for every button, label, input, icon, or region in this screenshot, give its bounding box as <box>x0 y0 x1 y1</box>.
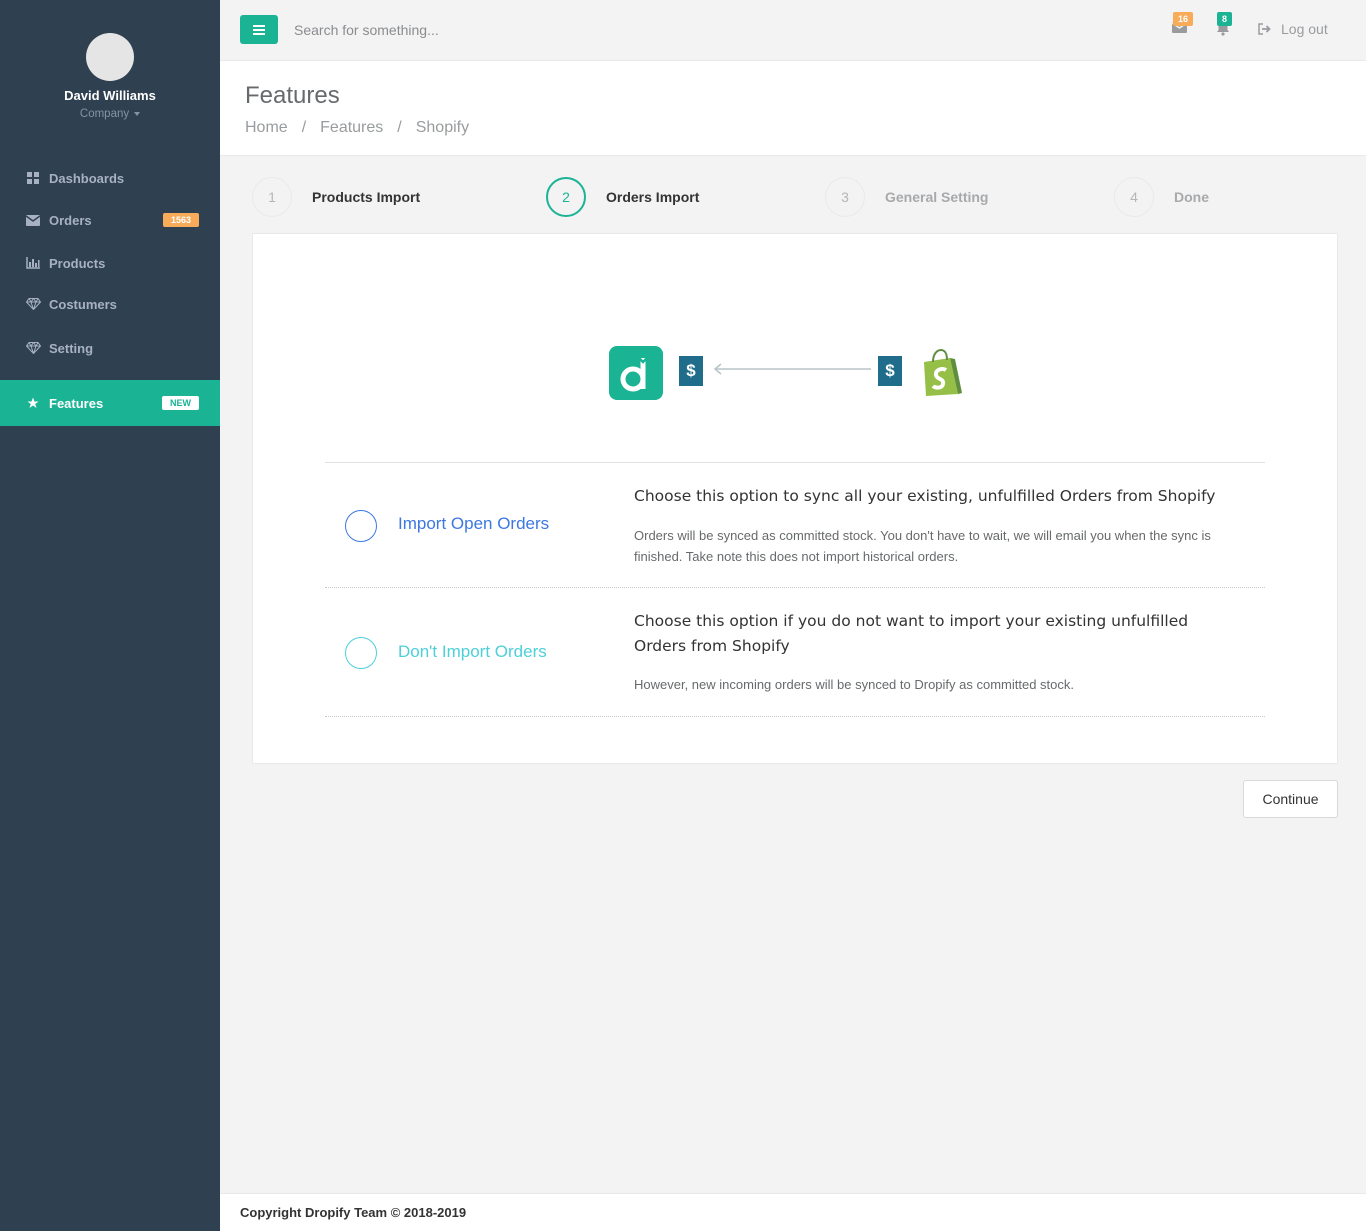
step-label: General Setting <box>885 189 989 205</box>
sync-illustration: $ $ <box>609 346 969 402</box>
avatar[interactable] <box>86 33 134 81</box>
page-heading: Features Home / Features / Shopify <box>220 61 1366 156</box>
profile-role: Company <box>79 108 130 120</box>
dollar-icon: $ <box>679 356 703 386</box>
profile-role-dropdown[interactable]: Company <box>0 108 220 120</box>
breadcrumb-features[interactable]: Features <box>320 119 383 136</box>
divider <box>325 716 1265 717</box>
sign-out-icon <box>1258 23 1271 35</box>
profile-name: David Williams <box>64 88 156 103</box>
orders-import-card: $ $ Import Open Orders Choose this optio… <box>252 233 1338 764</box>
bar-chart-icon <box>25 257 41 269</box>
messages-button[interactable]: 16 <box>1171 12 1194 38</box>
breadcrumb-separator: / <box>301 119 307 136</box>
breadcrumb-separator: / <box>397 119 402 136</box>
logout-label: Log out <box>1281 21 1328 37</box>
option-dont-import-orders[interactable]: Don't Import Orders Choose this option i… <box>325 588 1265 716</box>
new-badge: NEW <box>162 396 199 410</box>
sidebar-item-label: Costumers <box>49 296 117 312</box>
option-import-open-orders[interactable]: Import Open Orders Choose this option to… <box>325 463 1265 587</box>
sidebar: David Williams Company Dashboards Orders… <box>0 0 220 1231</box>
option-title: Choose this option to sync all your exis… <box>634 487 1216 505</box>
step-label: Orders Import <box>606 189 700 205</box>
orders-count-badge: 1563 <box>162 213 199 227</box>
dollar-icon: $ <box>878 356 902 386</box>
shopify-logo-icon <box>920 348 962 403</box>
envelope-icon <box>25 214 41 226</box>
notifications-count-badge: 8 <box>1217 12 1233 26</box>
option-label: Don't Import Orders <box>398 642 547 661</box>
step-number: 4 <box>1114 177 1154 217</box>
step-number: 1 <box>252 177 292 217</box>
diamond-icon <box>25 342 41 354</box>
sidebar-item-dashboards[interactable]: Dashboards <box>0 156 220 200</box>
wizard-step-done[interactable]: 4 Done <box>1114 177 1209 217</box>
sidebar-item-label: Dashboards <box>49 170 125 186</box>
option-description: Orders will be synced as committed stock… <box>634 528 1211 564</box>
topbar: 16 8 Log out <box>220 0 1366 61</box>
sidebar-item-orders[interactable]: Orders 1563 <box>0 198 220 242</box>
footer: Copyright Dropify Team © 2018-2019 <box>220 1193 1366 1231</box>
sidebar-item-costumers[interactable]: Costumers <box>0 282 220 326</box>
breadcrumb-home[interactable]: Home <box>245 119 288 136</box>
dropify-logo-icon <box>609 346 663 400</box>
messages-count-badge: 16 <box>1173 12 1194 26</box>
step-number: 2 <box>546 177 586 217</box>
step-number: 3 <box>825 177 865 217</box>
breadcrumb: Home / Features / Shopify <box>245 119 1366 137</box>
logout-link[interactable]: Log out <box>1258 21 1328 37</box>
continue-button[interactable]: Continue <box>1243 780 1338 818</box>
caret-down-icon <box>134 111 141 116</box>
breadcrumb-current: Shopify <box>415 119 470 136</box>
step-label: Done <box>1174 189 1209 205</box>
wizard-step-general-setting[interactable]: 3 General Setting <box>825 177 988 217</box>
dont-import-orders-radio[interactable] <box>345 637 377 669</box>
import-open-orders-radio[interactable] <box>345 510 377 542</box>
option-description: However, new incoming orders will be syn… <box>634 677 1075 692</box>
option-label: Import Open Orders <box>398 514 550 533</box>
grid-icon <box>25 172 41 184</box>
search-input[interactable] <box>286 16 686 44</box>
sidebar-item-label: Orders <box>49 212 92 228</box>
star-icon <box>25 397 41 409</box>
sidebar-item-label: Products <box>49 255 106 271</box>
notifications-button[interactable]: 8 <box>1216 12 1233 41</box>
sidebar-item-products[interactable]: Products <box>0 241 220 285</box>
wizard-step-orders-import[interactable]: 2 Orders Import <box>546 177 699 217</box>
option-title: Choose this option if you do not want to… <box>634 612 1189 655</box>
hamburger-icon <box>253 24 265 35</box>
diamond-icon <box>25 298 41 310</box>
page-title: Features <box>245 82 340 109</box>
sidebar-item-features[interactable]: Features NEW <box>0 380 220 426</box>
menu-toggle-button[interactable] <box>240 15 278 44</box>
copyright-text: Copyright Dropify Team © 2018-2019 <box>240 1205 467 1220</box>
arrow-left-icon <box>713 363 871 375</box>
profile: David Williams Company <box>0 0 220 150</box>
wizard-step-products-import[interactable]: 1 Products Import <box>252 177 420 217</box>
sidebar-item-setting[interactable]: Setting <box>0 326 220 370</box>
sidebar-item-label: Features <box>49 395 104 411</box>
step-label: Products Import <box>312 189 421 205</box>
sidebar-item-label: Setting <box>49 340 94 356</box>
